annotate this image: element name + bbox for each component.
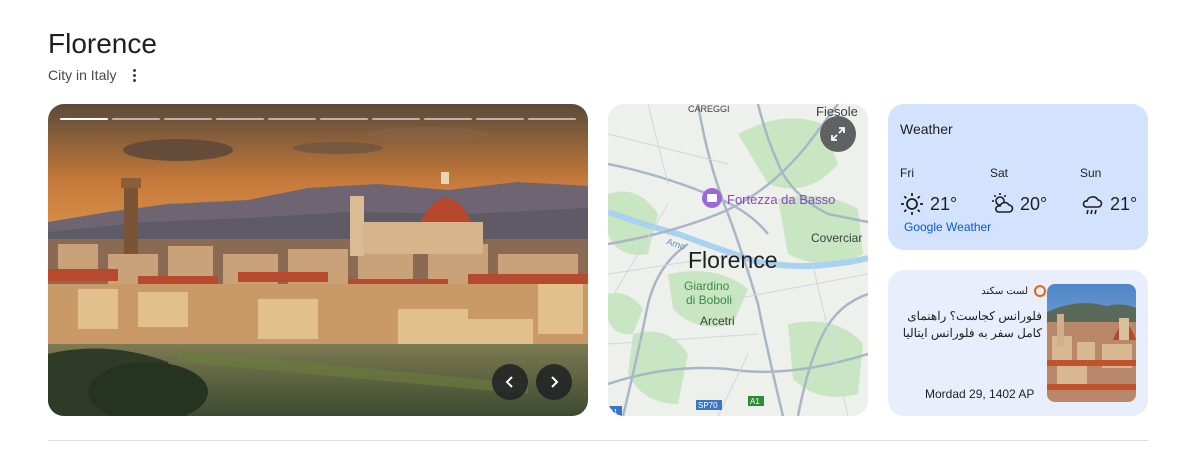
weather-temp-row-sat: 20° — [990, 192, 1047, 216]
weather-day-fri: Fri — [900, 166, 914, 180]
page-title: Florence — [48, 28, 157, 59]
map-label-fortezza: Fortezza da Basso — [727, 192, 835, 207]
article-thumbnail-image — [1047, 284, 1136, 402]
map-thumbnail[interactable]: Fortezza da Basso CAREGGI Fiesole Coverc… — [608, 104, 868, 416]
carousel-prev-button[interactable] — [492, 364, 528, 400]
site-logo-icon — [1034, 285, 1046, 297]
photo-carousel[interactable] — [48, 104, 588, 416]
map-label-a1: A1 — [750, 397, 760, 406]
weather-temp-row-sun: 21° — [1080, 192, 1137, 216]
weather-temp-sat: 20° — [1020, 193, 1048, 214]
carousel-progress-segment — [424, 118, 472, 120]
map-label-coverciano: Coverciar — [811, 231, 862, 245]
expand-icon — [831, 127, 845, 141]
weather-temp-sun: 21° — [1110, 193, 1138, 214]
sunny-icon — [901, 193, 923, 215]
carousel-progress-segment — [60, 118, 108, 120]
carousel-progress-segment — [372, 118, 420, 120]
chevron-right-icon — [551, 376, 559, 388]
article-source: لست سکند — [981, 285, 1046, 297]
article-thumbnail — [1047, 284, 1136, 402]
weather-source-link[interactable]: Google Weather — [904, 220, 991, 234]
map-label-careggi: CAREGGI — [688, 104, 730, 114]
article-card[interactable]: لست سکند فلورانس کجاست؟ راهنمای کامل سفر… — [888, 270, 1148, 416]
carousel-progress-segment — [320, 118, 368, 120]
map-canvas: Fortezza da Basso CAREGGI Fiesole Coverc… — [608, 104, 868, 416]
weather-temp-row-fri: 21° — [900, 192, 957, 216]
article-source-name: لست سکند — [981, 285, 1028, 297]
article-date: Mordad 29, 1402 AP — [925, 387, 1035, 401]
map-label-a11: A1 — [609, 409, 618, 416]
carousel-next-button[interactable] — [536, 364, 572, 400]
carousel-progress-segment — [476, 118, 524, 120]
weather-title: Weather — [900, 121, 953, 137]
map-label-arcetri: Arcetri — [700, 314, 735, 328]
weather-temp-fri: 21° — [930, 193, 958, 214]
carousel-progress-segment — [528, 118, 576, 120]
article-headline[interactable]: فلورانس کجاست؟ راهنمای کامل سفر به فلورا… — [892, 308, 1042, 342]
carousel-progress-segment — [164, 118, 212, 120]
carousel-progress-segment — [112, 118, 160, 120]
map-label-sp70: SP70 — [698, 401, 718, 410]
chevron-left-icon — [505, 376, 513, 388]
carousel-progress-segment — [216, 118, 264, 120]
map-expand-button[interactable] — [820, 116, 856, 152]
carousel-progress-segment — [268, 118, 316, 120]
rain-icon — [1082, 196, 1103, 215]
carousel-progress — [60, 118, 576, 120]
subtitle-row: City in Italy — [48, 66, 142, 84]
weather-day-sat: Sat — [990, 166, 1009, 180]
subtitle: City in Italy — [48, 67, 117, 83]
map-label-giardino: Giardino — [684, 279, 730, 293]
map-label-florence: Florence — [688, 247, 777, 273]
map-label-boboli: di Boboli — [686, 293, 732, 307]
partly-cloudy-icon — [992, 193, 1014, 213]
weather-day-sun: Sun — [1080, 166, 1102, 180]
section-divider — [48, 440, 1148, 441]
weather-card[interactable]: Weather Fri 21° Sat 20° Sun 21° Google W… — [888, 104, 1148, 250]
more-vert-icon[interactable] — [126, 66, 142, 84]
